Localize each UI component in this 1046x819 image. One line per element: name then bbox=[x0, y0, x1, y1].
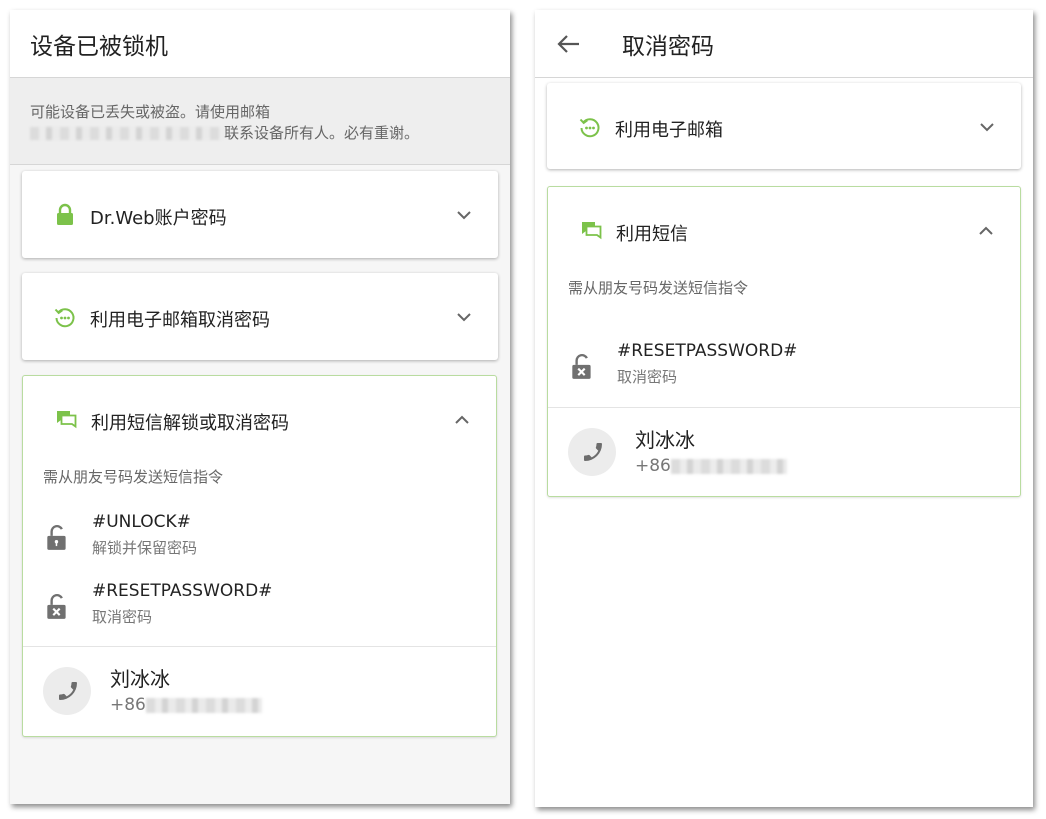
chevron-down-icon[interactable] bbox=[454, 205, 474, 225]
command-description: 解锁并保留密码 bbox=[92, 539, 198, 557]
chat-bubbles-icon bbox=[56, 411, 77, 429]
notice-line-2-text: 联系设备所有人。必有重谢。 bbox=[224, 124, 420, 142]
page-title: 取消密码 bbox=[622, 34, 714, 60]
trusted-contact[interactable]: 刘冰冰 +86 bbox=[23, 647, 496, 735]
lock-x-icon bbox=[47, 593, 66, 619]
avatar bbox=[43, 667, 91, 715]
email-reset-title: 利用电子邮箱 bbox=[615, 120, 723, 141]
command-reset-password[interactable]: #RESETPASSWORD# 取消密码 bbox=[23, 579, 496, 639]
notice-line-1: 可能设备已丢失或被盗。请使用邮箱 bbox=[30, 103, 271, 121]
redacted-phone bbox=[145, 697, 262, 713]
app-bar: 设备已被锁机 bbox=[10, 10, 510, 78]
page-title: 设备已被锁机 bbox=[30, 33, 168, 60]
sms-reset-card[interactable]: 利用短信 需从朋友号码发送短信指令 #RESETPASSWORD# 取消密码 刘… bbox=[547, 186, 1021, 497]
phone-prefix: +86 bbox=[635, 456, 671, 476]
app-bar: 取消密码 bbox=[535, 10, 1033, 78]
chevron-down-icon[interactable] bbox=[977, 117, 997, 137]
command-description: 取消密码 bbox=[92, 608, 153, 626]
redacted-phone bbox=[670, 458, 787, 474]
lock-icon bbox=[57, 203, 73, 225]
device-locked-screen: 设备已被锁机 可能设备已丢失或被盗。请使用邮箱 联系设备所有人。必有重谢。 Dr… bbox=[10, 10, 510, 804]
sms-hint: 需从朋友号码发送短信指令 bbox=[568, 279, 749, 297]
chevron-up-icon[interactable] bbox=[452, 410, 472, 430]
sms-reset-header[interactable]: 利用短信 bbox=[548, 187, 1020, 273]
lock-x-icon bbox=[572, 353, 591, 379]
restore-dots-icon bbox=[579, 118, 600, 138]
trusted-contact[interactable]: 刘冰冰 +86 bbox=[548, 408, 1020, 496]
lost-device-notice: 可能设备已丢失或被盗。请使用邮箱 联系设备所有人。必有重谢。 bbox=[10, 78, 510, 165]
email-reset-card[interactable]: 利用电子邮箱取消密码 bbox=[22, 273, 498, 360]
chevron-up-icon[interactable] bbox=[976, 221, 996, 241]
command-code: #UNLOCK# bbox=[92, 512, 191, 532]
open-lock-icon bbox=[47, 524, 66, 550]
contact-name: 刘冰冰 bbox=[110, 667, 170, 691]
command-description: 取消密码 bbox=[617, 368, 678, 386]
sms-unlock-header[interactable]: 利用短信解锁或取消密码 bbox=[23, 376, 496, 462]
sms-unlock-title: 利用短信解锁或取消密码 bbox=[91, 413, 289, 434]
email-reset-card[interactable]: 利用电子邮箱 bbox=[547, 83, 1021, 169]
phone-icon bbox=[59, 682, 77, 700]
phone-prefix: +86 bbox=[110, 695, 146, 715]
sms-reset-title: 利用短信 bbox=[616, 224, 688, 245]
sms-unlock-card[interactable]: 利用短信解锁或取消密码 需从朋友号码发送短信指令 #UNLOCK# 解锁并保留密… bbox=[22, 375, 497, 737]
command-code: #RESETPASSWORD# bbox=[617, 341, 798, 361]
redacted-email bbox=[30, 127, 224, 140]
arrow-left-icon[interactable] bbox=[555, 30, 583, 58]
email-reset-title: 利用电子邮箱取消密码 bbox=[90, 310, 270, 331]
account-password-card[interactable]: Dr.Web账户密码 bbox=[22, 171, 498, 258]
command-reset-password[interactable]: #RESETPASSWORD# 取消密码 bbox=[548, 339, 1020, 399]
command-code: #RESETPASSWORD# bbox=[92, 581, 273, 601]
chat-bubbles-icon bbox=[581, 222, 602, 240]
reset-password-screen: 取消密码 利用电子邮箱 利用短信 需从朋友号码发送短信指令 #RESETPASS… bbox=[535, 10, 1033, 807]
chevron-down-icon[interactable] bbox=[454, 307, 474, 327]
phone-icon bbox=[584, 443, 602, 461]
contact-name: 刘冰冰 bbox=[635, 428, 695, 452]
contact-phone: +86 bbox=[635, 456, 787, 476]
contact-phone: +86 bbox=[110, 695, 262, 715]
email-reset-header[interactable]: 利用电子邮箱 bbox=[547, 83, 1021, 169]
account-password-title: Dr.Web账户密码 bbox=[90, 208, 227, 229]
account-password-header[interactable]: Dr.Web账户密码 bbox=[22, 171, 498, 257]
notice-line-2: 联系设备所有人。必有重谢。 bbox=[30, 123, 490, 144]
command-unlock[interactable]: #UNLOCK# 解锁并保留密码 bbox=[23, 510, 496, 570]
avatar bbox=[568, 428, 616, 476]
email-reset-header[interactable]: 利用电子邮箱取消密码 bbox=[22, 273, 498, 359]
sms-hint: 需从朋友号码发送短信指令 bbox=[43, 468, 224, 486]
restore-dots-icon bbox=[54, 308, 75, 328]
